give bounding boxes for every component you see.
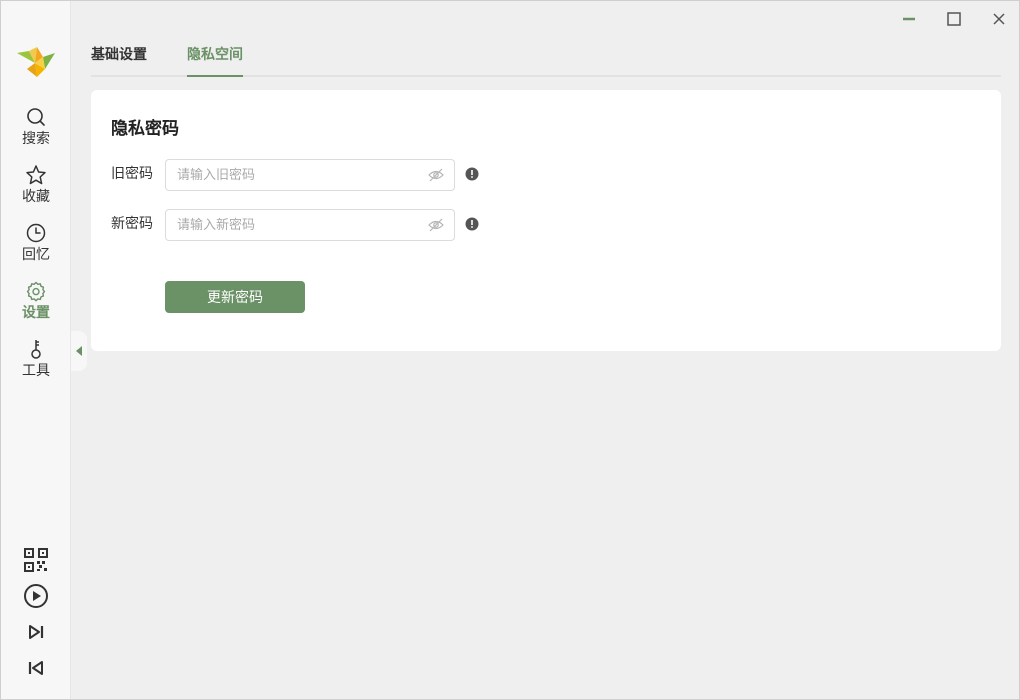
eye-hidden-icon[interactable] [428, 168, 444, 182]
bird-logo-icon[interactable] [15, 43, 57, 79]
sidebar-item-favorites[interactable]: 收藏 [1, 164, 71, 216]
star-icon [26, 165, 46, 185]
sidebar-item-memories[interactable]: 回忆 [1, 222, 71, 274]
app-window: 搜索 收藏 回忆 设置 工具 基础设置 隐私空间 隐私密码 旧密码 新密码 更新… [0, 0, 1020, 700]
gear-icon [26, 281, 46, 302]
sidebar-item-label: 回忆 [22, 247, 50, 263]
new-password-field [165, 209, 455, 241]
sidebar-collapse-toggle[interactable] [71, 331, 87, 371]
card-title: 隐私密码 [111, 119, 179, 139]
old-password-label: 旧密码 [111, 166, 153, 182]
sidebar-item-settings[interactable]: 设置 [1, 280, 71, 332]
old-password-field [165, 159, 455, 191]
settings-tabs: 基础设置 隐私空间 [91, 43, 1001, 77]
sidebar-item-search[interactable]: 搜索 [1, 106, 71, 158]
maximize-icon[interactable] [944, 9, 964, 29]
clock-icon [26, 223, 46, 243]
play-icon[interactable] [23, 583, 49, 609]
info-icon[interactable] [465, 217, 479, 231]
caret-left-icon [76, 346, 82, 356]
search-icon [27, 108, 45, 126]
new-password-label: 新密码 [111, 216, 153, 232]
tab-privacy-space[interactable]: 隐私空间 [187, 43, 243, 77]
new-password-input[interactable] [166, 210, 406, 240]
qr-code-icon[interactable] [23, 547, 49, 573]
minimize-icon[interactable] [899, 9, 919, 29]
privacy-password-card: 隐私密码 旧密码 新密码 更新密码 [91, 90, 1001, 351]
old-password-input[interactable] [166, 160, 406, 190]
tab-basic-settings[interactable]: 基础设置 [91, 43, 147, 77]
sidebar-item-label: 收藏 [22, 189, 50, 205]
sidebar-item-tools[interactable]: 工具 [1, 338, 71, 390]
skip-previous-icon[interactable] [23, 655, 49, 681]
sidebar-item-label: 工具 [22, 363, 50, 379]
close-icon[interactable] [989, 9, 1009, 29]
tool-icon [31, 340, 41, 359]
sidebar-item-label: 搜索 [22, 131, 50, 147]
sidebar: 搜索 收藏 回忆 设置 工具 [1, 1, 71, 699]
skip-next-icon[interactable] [23, 619, 49, 645]
info-icon[interactable] [465, 167, 479, 181]
update-password-button[interactable]: 更新密码 [165, 281, 305, 313]
sidebar-item-label: 设置 [22, 305, 50, 321]
eye-hidden-icon[interactable] [428, 218, 444, 232]
